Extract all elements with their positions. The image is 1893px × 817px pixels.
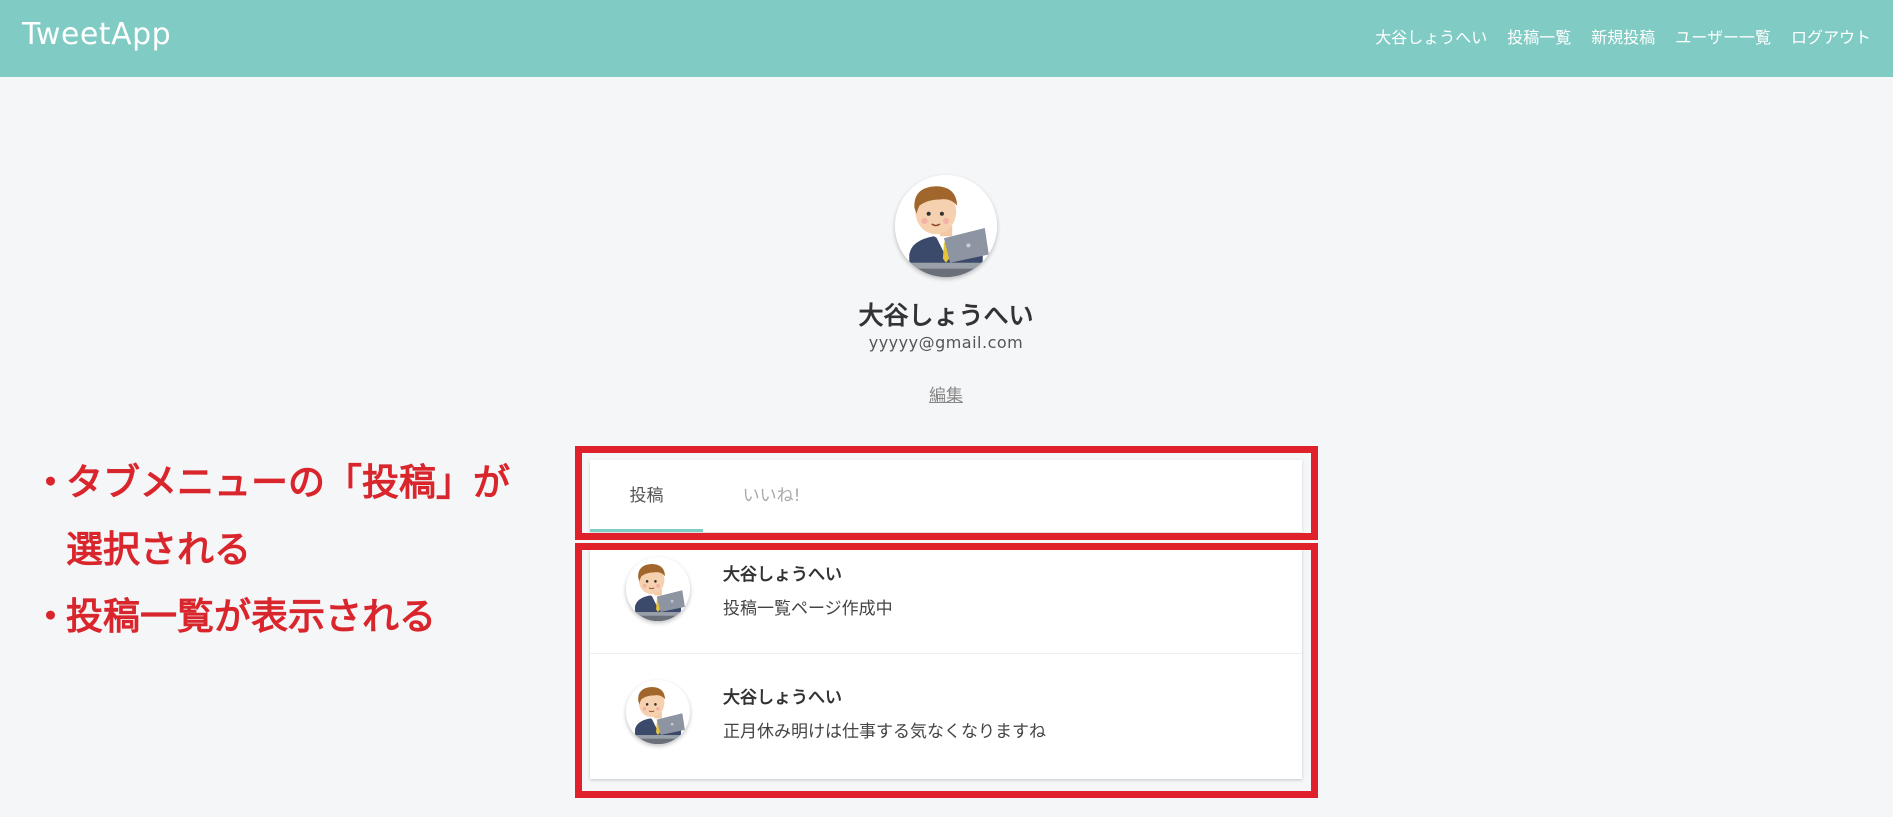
edit-profile-link[interactable]: 編集 [929,386,963,406]
nav-item-new-post[interactable]: 新規投稿 [1591,24,1655,48]
profile-edit: 編集 [746,381,1146,406]
profile-email: yyyyy@gmail.com [868,333,1024,352]
highlight-box-posts [575,543,1318,798]
annotation-line-1: ・タブメニューの「投稿」が [32,452,510,506]
profile-name: 大谷しょうへい [858,301,1034,330]
annotation-line-3: ・投稿一覧が表示される [32,586,436,640]
top-navbar: TweetApp 大谷しょうへい 投稿一覧 新規投稿 ユーザー一覧 ログアウト [0,0,1893,77]
nav-item-users-list[interactable]: ユーザー一覧 [1675,24,1771,48]
annotation-text-2: 選択される [66,528,251,571]
annotation-line-2: 選択される [32,519,251,573]
highlight-box-tabs [575,446,1318,540]
nav-item-logout[interactable]: ログアウト [1791,24,1871,48]
annotation-text-1: タブメニューの「投稿」が [66,461,510,504]
profile-avatar [895,175,997,277]
annotation-text-3: 投稿一覧が表示される [66,595,436,638]
annotation-bullet-2: ・ [32,595,69,638]
app-logo[interactable]: TweetApp [22,17,171,52]
nav-item-user-profile[interactable]: 大谷しょうへい [1375,24,1487,48]
nav-menu: 大谷しょうへい 投稿一覧 新規投稿 ユーザー一覧 ログアウト [1375,24,1871,48]
annotation-bullet-1: ・ [32,461,69,504]
businessman-laptop-avatar-icon [895,175,997,277]
nav-item-posts-list[interactable]: 投稿一覧 [1507,24,1571,48]
